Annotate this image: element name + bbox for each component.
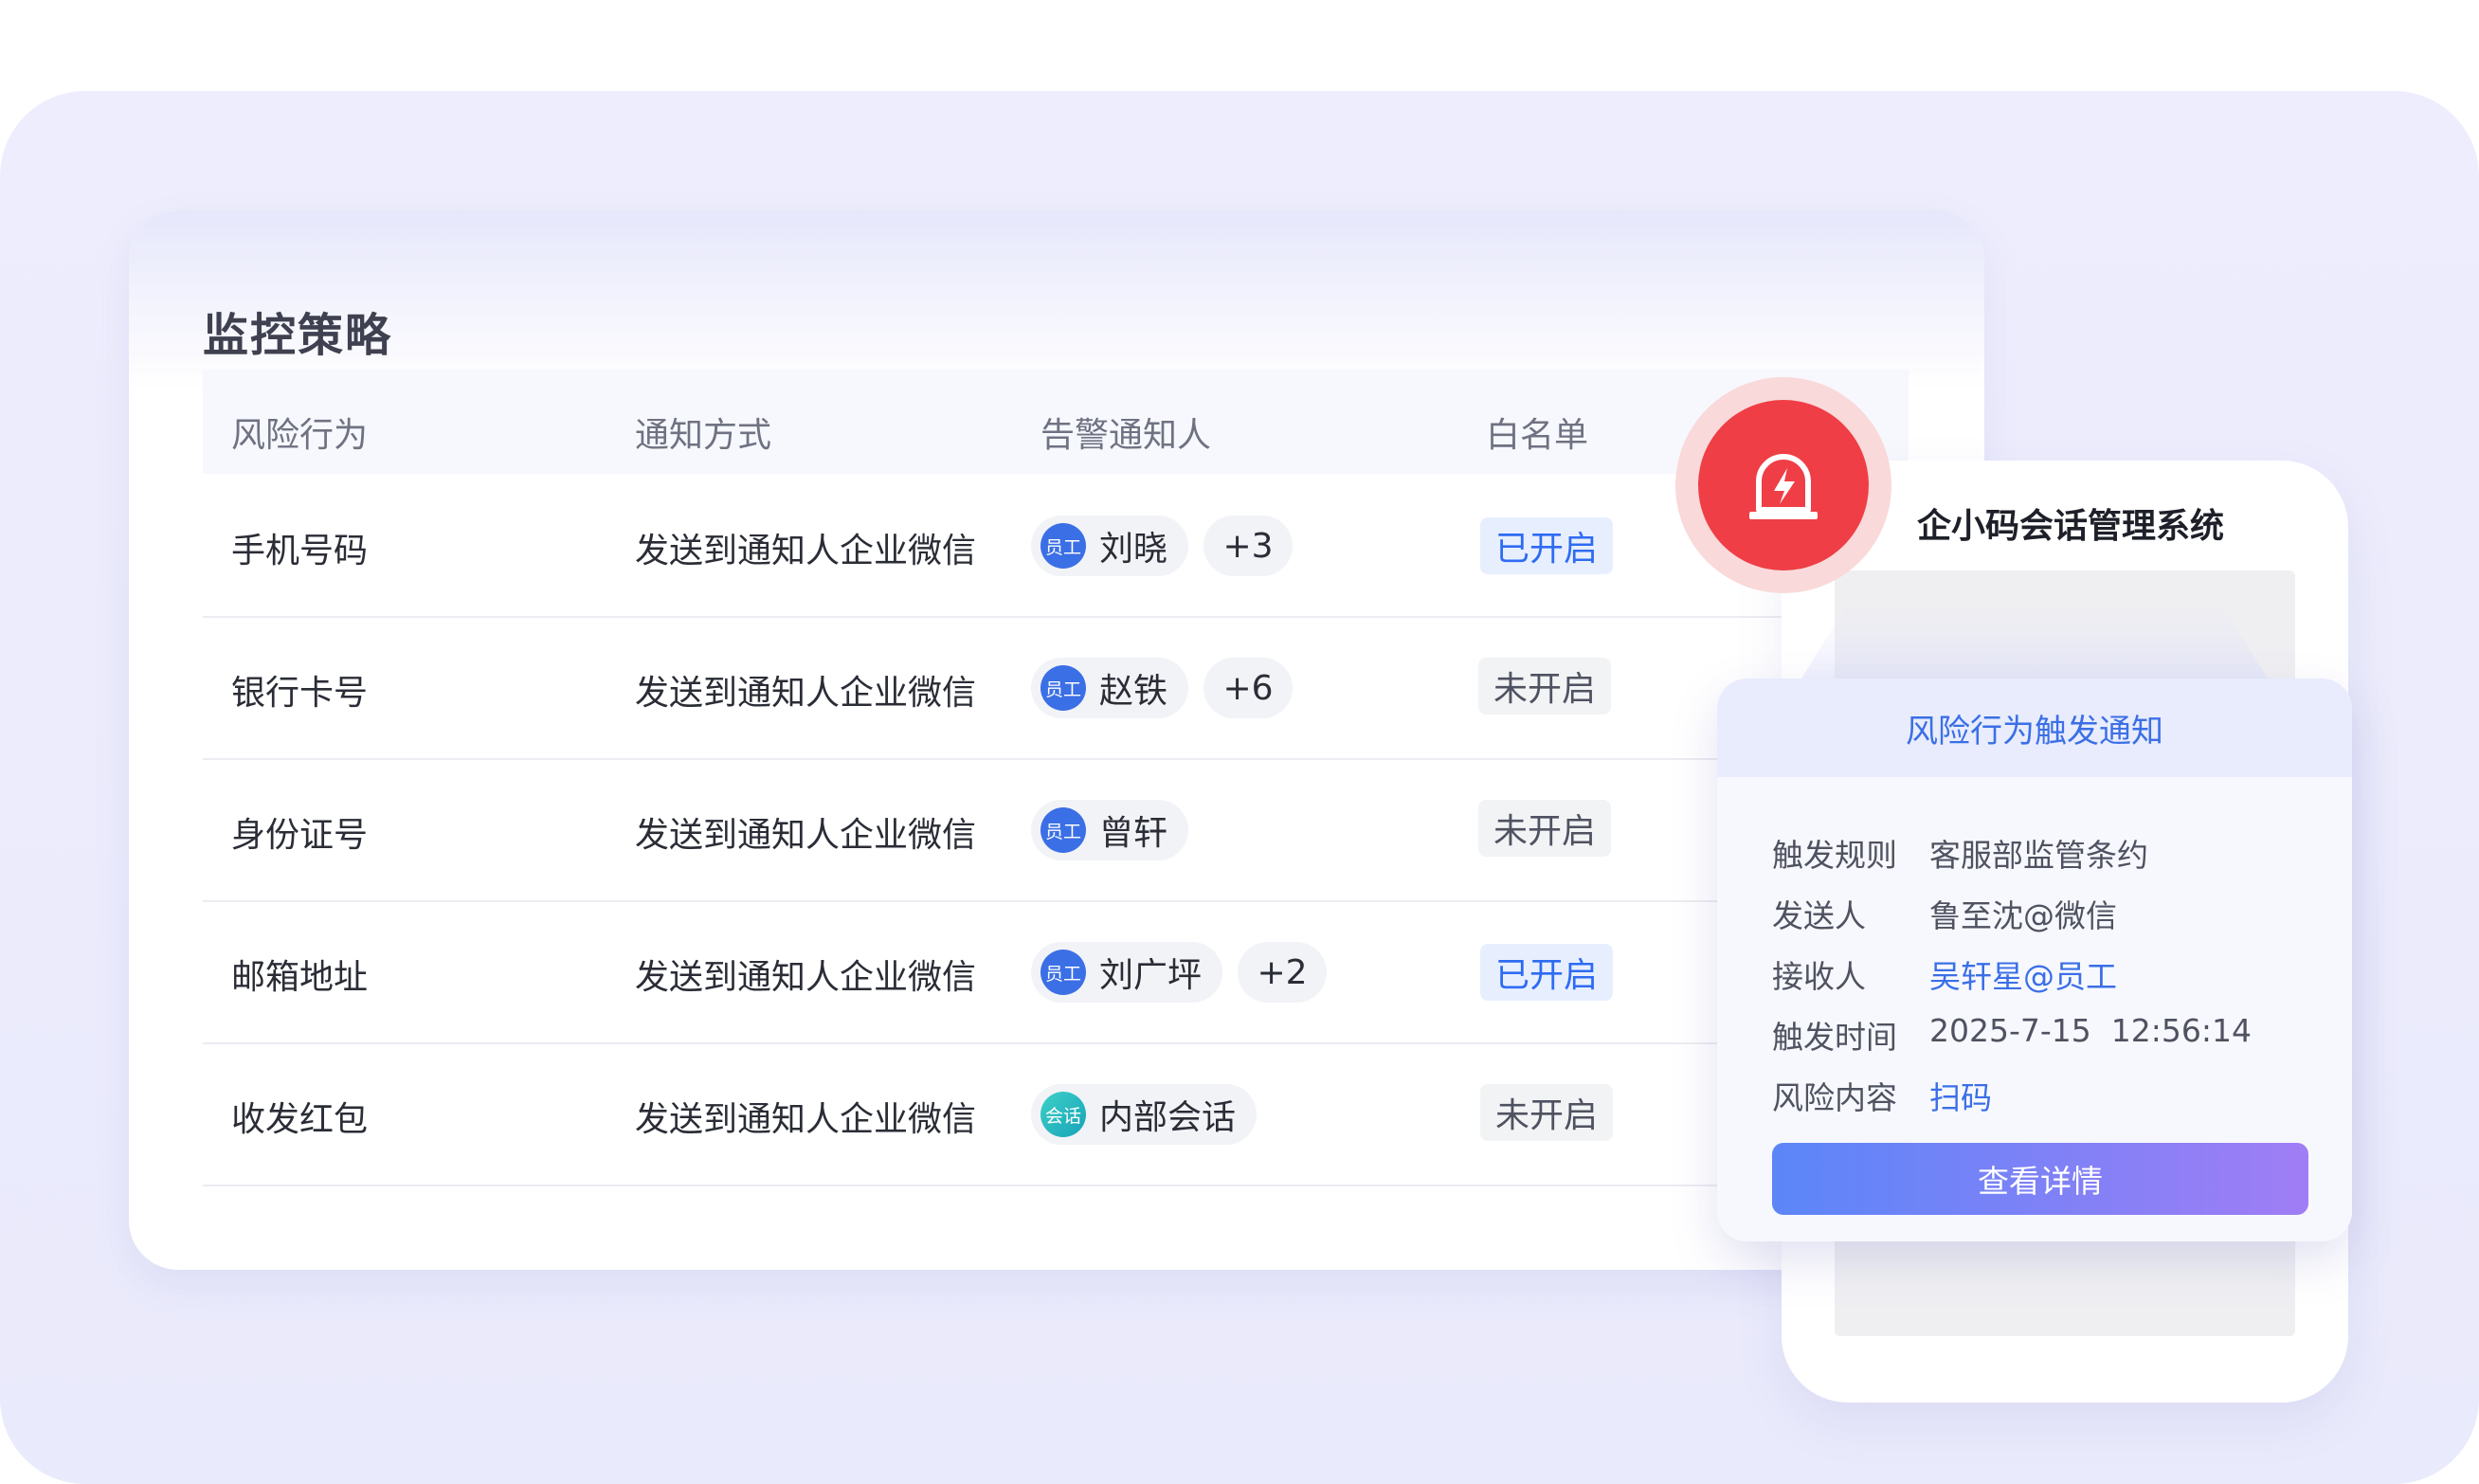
more-notifiers-chip[interactable]: +2 xyxy=(1238,942,1327,1003)
field-label: 触发规则 xyxy=(1772,837,1897,874)
table-row[interactable]: 身份证号 发送到通知人企业微信 员工 曾轩 未开启 xyxy=(203,758,1909,902)
page-title: 监控策略 xyxy=(203,309,393,362)
employee-avatar: 员工 xyxy=(1040,523,1086,569)
notifier-name: 刘晓 xyxy=(1099,530,1168,569)
field-value: 2025-7-15 12:56:14 xyxy=(1929,1012,2252,1049)
notification-field-content: 风险内容 扫码 xyxy=(1772,1073,1992,1118)
column-header-method: 通知方式 xyxy=(635,416,772,455)
method-cell: 发送到通知人企业微信 xyxy=(635,532,977,570)
method-cell: 发送到通知人企业微信 xyxy=(635,674,977,713)
notifier-chip[interactable]: 员工 刘广坪 xyxy=(1031,942,1223,1003)
behavior-cell: 收发红包 xyxy=(231,1100,369,1139)
field-label: 接收人 xyxy=(1772,958,1866,995)
column-header-notifier: 告警通知人 xyxy=(1040,416,1212,455)
more-notifiers-chip[interactable]: +3 xyxy=(1203,516,1293,576)
employee-avatar: 员工 xyxy=(1040,807,1086,853)
method-cell: 发送到通知人企业微信 xyxy=(635,816,977,855)
notifier-chip[interactable]: 会话 内部会话 xyxy=(1031,1084,1258,1145)
field-label: 触发时间 xyxy=(1772,1019,1897,1056)
risk-notification-card: 风险行为触发通知 触发规则 客服部监管条约 发送人 鲁至沈@微信 接收人 吴轩星… xyxy=(1717,679,2352,1241)
risk-content-link[interactable]: 扫码 xyxy=(1929,1073,1992,1118)
behavior-cell: 手机号码 xyxy=(231,532,369,570)
status-badge[interactable]: 已开启 xyxy=(1480,944,1614,1001)
notifier-name: 曾轩 xyxy=(1099,814,1168,853)
status-badge[interactable]: 未开启 xyxy=(1478,800,1612,857)
notification-field-rule: 触发规则 客服部监管条约 xyxy=(1772,830,2148,876)
siren-glyph-icon xyxy=(1749,454,1818,519)
notifier-chip[interactable]: 员工 赵铁 xyxy=(1031,658,1189,718)
app-title: 企小码会话管理系统 xyxy=(1917,507,2225,546)
field-label: 风险内容 xyxy=(1772,1079,1897,1116)
table-row[interactable]: 银行卡号 发送到通知人企业微信 员工 赵铁 +6 未开启 xyxy=(203,616,1909,760)
notification-title: 风险行为触发通知 xyxy=(1717,679,2352,777)
notifier-name: 内部会话 xyxy=(1099,1098,1237,1137)
session-avatar: 会话 xyxy=(1040,1092,1086,1137)
table-row[interactable]: 手机号码 发送到通知人企业微信 员工 刘晓 +3 已开启 xyxy=(203,474,1909,618)
monitoring-policy-card: 监控策略 风险行为 通知方式 告警通知人 白名单 手机号码 发送到通知人企业微信… xyxy=(129,210,1984,1270)
field-value: 客服部监管条约 xyxy=(1929,837,2148,874)
view-details-button[interactable]: 查看详情 xyxy=(1772,1143,2308,1215)
status-badge[interactable]: 未开启 xyxy=(1480,1084,1614,1141)
table-header: 风险行为 通知方式 告警通知人 白名单 xyxy=(203,370,1909,474)
method-cell: 发送到通知人企业微信 xyxy=(635,1100,977,1139)
field-label: 发送人 xyxy=(1772,897,1866,934)
more-notifiers-chip[interactable]: +6 xyxy=(1203,658,1293,718)
employee-avatar: 员工 xyxy=(1040,950,1086,995)
employee-avatar: 员工 xyxy=(1040,665,1086,711)
behavior-cell: 银行卡号 xyxy=(231,674,369,713)
notification-field-sender: 发送人 鲁至沈@微信 xyxy=(1772,891,2117,936)
column-header-behavior: 风险行为 xyxy=(231,416,369,455)
notification-field-receiver: 接收人 吴轩星@员工 xyxy=(1772,951,2117,997)
table-row[interactable]: 邮箱地址 发送到通知人企业微信 员工 刘广坪 +2 已开启 xyxy=(203,900,1909,1044)
notifier-name: 刘广坪 xyxy=(1099,956,1203,995)
status-badge[interactable]: 未开启 xyxy=(1478,658,1612,715)
behavior-cell: 身份证号 xyxy=(231,816,369,855)
notification-field-time: 触发时间 2025-7-15 12:56:14 xyxy=(1772,1012,2252,1058)
notifier-name: 赵铁 xyxy=(1099,672,1168,711)
field-value: 鲁至沈@微信 xyxy=(1929,897,2117,934)
alarm-siren-icon xyxy=(1698,400,1869,570)
table-row[interactable]: 收发红包 发送到通知人企业微信 会话 内部会话 未开启 xyxy=(203,1042,1909,1186)
column-header-whitelist: 白名单 xyxy=(1486,416,1589,455)
notifier-chip[interactable]: 员工 刘晓 xyxy=(1031,516,1189,576)
receiver-link[interactable]: 吴轩星@员工 xyxy=(1929,951,2117,997)
method-cell: 发送到通知人企业微信 xyxy=(635,958,977,997)
notifier-chip[interactable]: 员工 曾轩 xyxy=(1031,800,1189,860)
status-badge[interactable]: 已开启 xyxy=(1480,517,1614,574)
behavior-cell: 邮箱地址 xyxy=(231,958,369,997)
